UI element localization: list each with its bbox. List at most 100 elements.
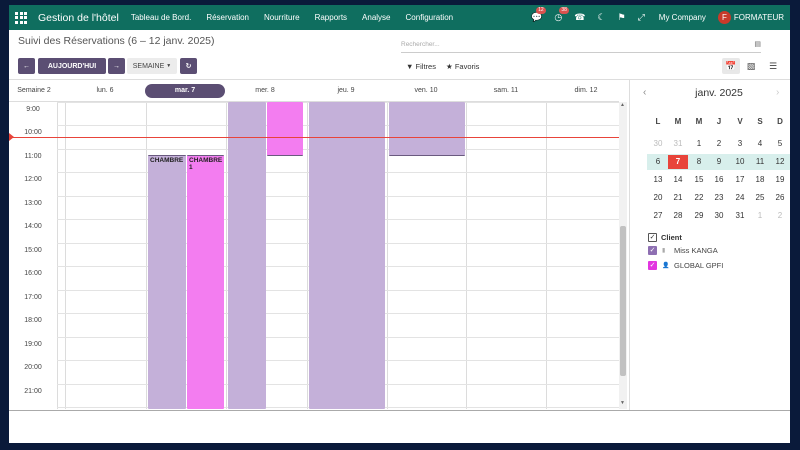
day-header-tue[interactable]: mar. 7 [145,84,225,98]
client-filter-all-checkbox[interactable]: ✓ [648,233,657,242]
weekday-label: M [695,117,703,126]
day-cell[interactable]: 29 [689,209,709,223]
day-cell[interactable]: 5 [770,137,790,151]
star-icon: ★ [446,62,453,71]
day-cell[interactable]: 19 [770,173,790,187]
weekday-label: D [777,117,783,126]
reservation-event[interactable] [389,102,465,156]
day-cell[interactable]: 26 [770,191,790,205]
filter-checkbox-miss-kanga[interactable]: ✓ [648,246,657,255]
activity-clock-icon[interactable]: ◷ 38 [554,7,569,23]
day-cell[interactable]: 4 [750,137,770,151]
gantt-view-button[interactable]: ▧ [742,58,760,74]
reservation-event[interactable]: CHAMBRE [148,155,186,409]
apps-menu-icon[interactable] [15,11,27,24]
scroll-up-arrow-icon[interactable]: ▲ [620,102,625,108]
filters-dropdown[interactable]: ▼ Filtres [406,62,436,71]
hour-label: 14:00 [24,223,42,230]
day-cell[interactable]: 20 [648,191,668,205]
day-cell[interactable]: 31 [730,209,750,223]
scroll-down-arrow-icon[interactable]: ▼ [620,400,625,406]
user-avatar[interactable]: F [717,11,731,24]
reservation-event[interactable] [309,102,385,409]
day-cell[interactable]: 14 [668,173,688,187]
filter-label-global-gpfi: GLOBAL GPFI [674,261,724,270]
previous-week-button[interactable]: ← [18,58,35,74]
scrollbar-thumb[interactable] [620,226,626,376]
weekday-label: V [737,117,743,126]
company-switcher[interactable]: My Company [659,13,706,22]
day-cell[interactable]: 28 [668,209,688,223]
reservation-event[interactable] [267,102,303,156]
search-panel-toggle-icon[interactable]: ▤ [754,40,761,48]
dark-mode-moon-icon[interactable]: ☾ [597,12,605,23]
menu-rapports[interactable]: Rapports [315,13,347,22]
user-menu[interactable]: FORMATEUR [734,13,784,22]
day-header-thu[interactable]: jeu. 9 [306,84,386,98]
refresh-button[interactable]: ↻ [180,58,197,74]
today-button[interactable]: AUJOURD'HUI [38,58,106,74]
day-cell[interactable]: 25 [750,191,770,205]
day-cell[interactable]: 18 [750,173,770,187]
day-cell[interactable]: 24 [730,191,750,205]
bookmark-icon[interactable]: ⚑ [618,12,626,23]
messages-icon[interactable]: 💬 12 [531,7,546,23]
day-cell[interactable]: 23 [709,191,729,205]
scale-dropdown[interactable]: SEMAINE ▼ [127,58,177,74]
grid-scrollbar[interactable]: ▲ ▼ [619,102,627,409]
day-cell[interactable]: 11 [750,155,770,169]
day-header-fri[interactable]: ven. 10 [386,84,466,98]
app-name[interactable]: Gestion de l'hôtel [38,12,119,24]
week-row: 27 28 29 30 31 1 2 [639,207,783,225]
day-cell[interactable]: 30 [709,209,729,223]
fullscreen-expand-icon[interactable]: ⤢ [638,12,645,23]
menu-tableau-de-bord[interactable]: Tableau de Bord. [131,13,192,22]
day-cell[interactable]: 21 [668,191,688,205]
current-time-marker-icon [9,133,14,141]
day-cell[interactable]: 1 [689,137,709,151]
day-cell[interactable]: 15 [689,173,709,187]
day-header-mon[interactable]: lun. 6 [65,84,145,98]
day-cell[interactable]: 13 [648,173,668,187]
day-cell[interactable]: 10 [730,155,750,169]
filter-checkbox-global-gpfi[interactable]: ✓ [648,261,657,270]
filters-label: Filtres [415,62,436,71]
hour-label: 17:00 [24,294,42,301]
day-cell[interactable]: 2 [770,209,790,223]
day-cell[interactable]: 3 [730,137,750,151]
day-cell[interactable]: 6 [648,155,668,169]
day-cell[interactable]: 30 [648,137,668,151]
hour-label: 16:00 [24,270,42,277]
day-cell[interactable]: 22 [689,191,709,205]
reservation-event[interactable]: CHAMBRE 1 [187,155,224,409]
day-cell-today[interactable]: 7 [668,155,688,169]
day-cell[interactable]: 16 [709,173,729,187]
hour-label: 18:00 [24,317,42,324]
favorites-dropdown[interactable]: ★ Favoris [446,62,479,71]
day-cell[interactable]: 27 [648,209,668,223]
day-header-sun[interactable]: dim. 12 [546,84,626,98]
day-header-wed[interactable]: mer. 8 [225,84,305,98]
day-cell[interactable]: 1 [750,209,770,223]
menu-configuration[interactable]: Configuration [406,13,454,22]
time-grid[interactable]: 9:00 10:00 11:00 12:00 13:00 14:00 15:00… [9,102,619,409]
phone-icon[interactable]: ☎ [574,12,585,23]
day-cell[interactable]: 31 [668,137,688,151]
menu-reservation[interactable]: Réservation [206,13,249,22]
reservation-event[interactable] [228,102,266,409]
day-cell[interactable]: 12 [770,155,790,169]
day-cell[interactable]: 9 [709,155,729,169]
list-view-button[interactable]: ☰ [764,58,782,74]
menu-nourriture[interactable]: Nourriture [264,13,300,22]
calendar-view-button[interactable]: 📅 [722,58,740,74]
previous-month-chevron-icon[interactable]: ‹ [643,87,646,98]
next-month-chevron-icon[interactable]: › [776,87,779,98]
day-cell[interactable]: 17 [730,173,750,187]
day-header-sat[interactable]: sam. 11 [466,84,546,98]
day-cell[interactable]: 8 [689,155,709,169]
search-input[interactable] [401,41,741,48]
day-cell[interactable]: 2 [709,137,729,151]
hour-label: 9:00 [26,106,40,113]
menu-analyse[interactable]: Analyse [362,13,390,22]
next-week-button[interactable]: → [108,58,125,74]
